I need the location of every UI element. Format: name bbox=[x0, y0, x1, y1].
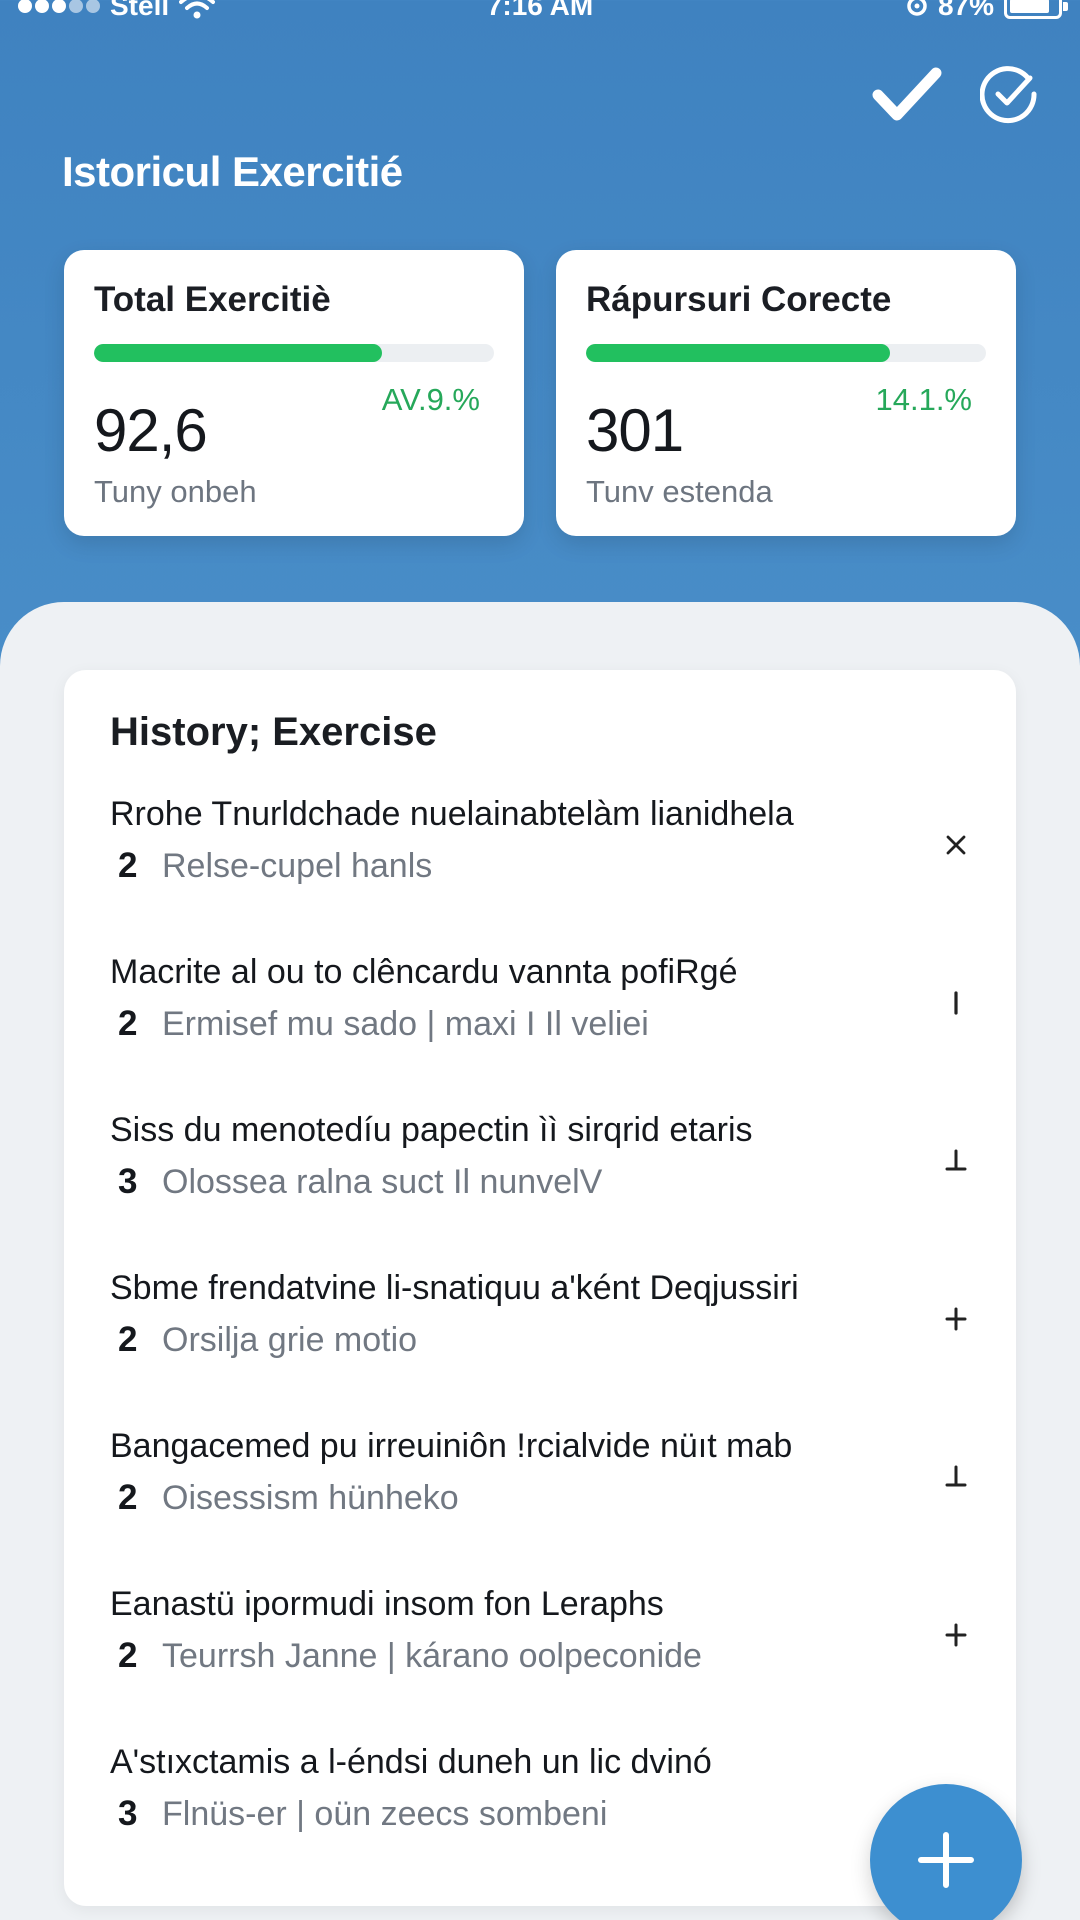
plus-icon bbox=[945, 1623, 967, 1647]
history-item[interactable]: A'stıxctamis a l-éndsi duneh un lic dvin… bbox=[110, 1733, 968, 1891]
item-count: 3 bbox=[118, 1794, 138, 1833]
item-title: Eanastü ipormudi insom fon Leraphs bbox=[110, 1585, 664, 1623]
item-count: 2 bbox=[118, 1320, 138, 1359]
status-bar: Stell 7:16 AM 87% bbox=[0, 0, 1080, 40]
history-item[interactable]: Bangacemed pu irreuiniôn !rcialvide nüıt… bbox=[110, 1417, 968, 1575]
stat-caption: Tunv estenda bbox=[586, 474, 773, 509]
history-item[interactable]: Sbme frendatvine li-snatiquu a'ként Deqj… bbox=[110, 1259, 968, 1417]
item-detail: Orsilja grie motio bbox=[162, 1320, 418, 1359]
up-tack-icon bbox=[945, 1149, 967, 1171]
item-action-button[interactable] bbox=[934, 981, 978, 1025]
item-count: 2 bbox=[118, 1636, 138, 1675]
item-detail: Relse-cupel hanls bbox=[162, 846, 433, 885]
progress-fill bbox=[94, 344, 382, 362]
stat-card-total[interactable]: Total Exercitiè 92,6 AV.9.% Tuny onbeh bbox=[64, 250, 524, 536]
stat-value: 92,6 bbox=[94, 397, 208, 464]
history-item[interactable]: Rrohe Tnurldchade nuelainabtelàm lianidh… bbox=[110, 785, 968, 943]
status-right: 87% bbox=[906, 0, 1068, 22]
stat-title: Total Exercitiè bbox=[94, 280, 331, 319]
bar-icon bbox=[954, 991, 958, 1015]
item-title: Sbme frendatvine li-snatiquu a'ként Deqj… bbox=[110, 1269, 799, 1307]
battery-percent: 87% bbox=[937, 0, 994, 21]
stat-caption: Tuny onbeh bbox=[94, 474, 257, 509]
battery-level bbox=[1010, 0, 1050, 13]
stat-title: Rápursuri Corecte bbox=[586, 280, 892, 319]
item-count: 2 bbox=[118, 1004, 138, 1043]
stat-delta: AV.9.% bbox=[381, 382, 480, 417]
item-detail: Teurrsh Janne | kárano oolpeconide bbox=[162, 1636, 702, 1675]
stat-card-correct[interactable]: Rápursuri Corecte 301 14.1.% Tunv estend… bbox=[556, 250, 1016, 536]
progress-fill bbox=[586, 344, 890, 362]
progress-bar bbox=[586, 344, 986, 362]
complete-button[interactable] bbox=[980, 64, 1040, 124]
item-add-button[interactable] bbox=[934, 1297, 978, 1341]
history-title: History; Exercise bbox=[110, 710, 437, 754]
item-detail: Ermisef mu sado | maxi I Il veliei bbox=[162, 1004, 649, 1043]
item-action-button[interactable] bbox=[934, 1139, 978, 1183]
item-title: A'stıxctamis a l-éndsi duneh un lic dvin… bbox=[110, 1743, 712, 1781]
item-detail: Flnüs-er | oün zeecs sombeni bbox=[162, 1794, 608, 1833]
checkmark-icon bbox=[872, 67, 942, 121]
item-remove-button[interactable] bbox=[934, 823, 978, 867]
progress-bar bbox=[94, 344, 494, 362]
history-list: Rrohe Tnurldchade nuelainabtelàm lianidh… bbox=[110, 785, 968, 1891]
history-item[interactable]: Siss du menotedíu papectin ìì sirqrid et… bbox=[110, 1101, 968, 1259]
item-count: 3 bbox=[118, 1162, 138, 1201]
item-count: 2 bbox=[118, 1478, 138, 1517]
item-action-button[interactable] bbox=[934, 1455, 978, 1499]
item-title: Rrohe Tnurldchade nuelainabtelàm lianidh… bbox=[110, 795, 794, 833]
page-title: Istoricul Exercitié bbox=[62, 148, 403, 195]
item-detail: Oisessism hünheko bbox=[162, 1478, 459, 1517]
item-count: 2 bbox=[118, 846, 138, 885]
history-item[interactable]: Macrite al ou to clêncardu vannta pofiRg… bbox=[110, 943, 968, 1101]
history-card: History; Exercise Rrohe Tnurldchade nuel… bbox=[64, 670, 1016, 1906]
battery-icon bbox=[1004, 0, 1068, 19]
item-title: Macrite al ou to clêncardu vannta pofiRg… bbox=[110, 953, 738, 991]
up-tack-icon bbox=[945, 1465, 967, 1487]
item-detail: Olossea ralna suct Il nunvelV bbox=[162, 1162, 603, 1201]
history-item[interactable]: Eanastü ipormudi insom fon Leraphs 2 Teu… bbox=[110, 1575, 968, 1733]
header-actions bbox=[872, 64, 1040, 124]
alarm-icon bbox=[907, 0, 927, 16]
item-add-button[interactable] bbox=[934, 1613, 978, 1657]
confirm-button[interactable] bbox=[872, 65, 942, 123]
plus-icon bbox=[918, 1832, 974, 1888]
plus-icon bbox=[945, 1307, 967, 1331]
stat-delta: 14.1.% bbox=[875, 382, 972, 417]
close-icon bbox=[946, 835, 966, 855]
item-title: Bangacemed pu irreuiniôn !rcialvide nüıt… bbox=[110, 1427, 793, 1465]
check-circle-icon bbox=[980, 66, 1037, 124]
stat-value: 301 bbox=[586, 397, 684, 464]
item-title: Siss du menotedíu papectin ìì sirqrid et… bbox=[110, 1111, 753, 1149]
